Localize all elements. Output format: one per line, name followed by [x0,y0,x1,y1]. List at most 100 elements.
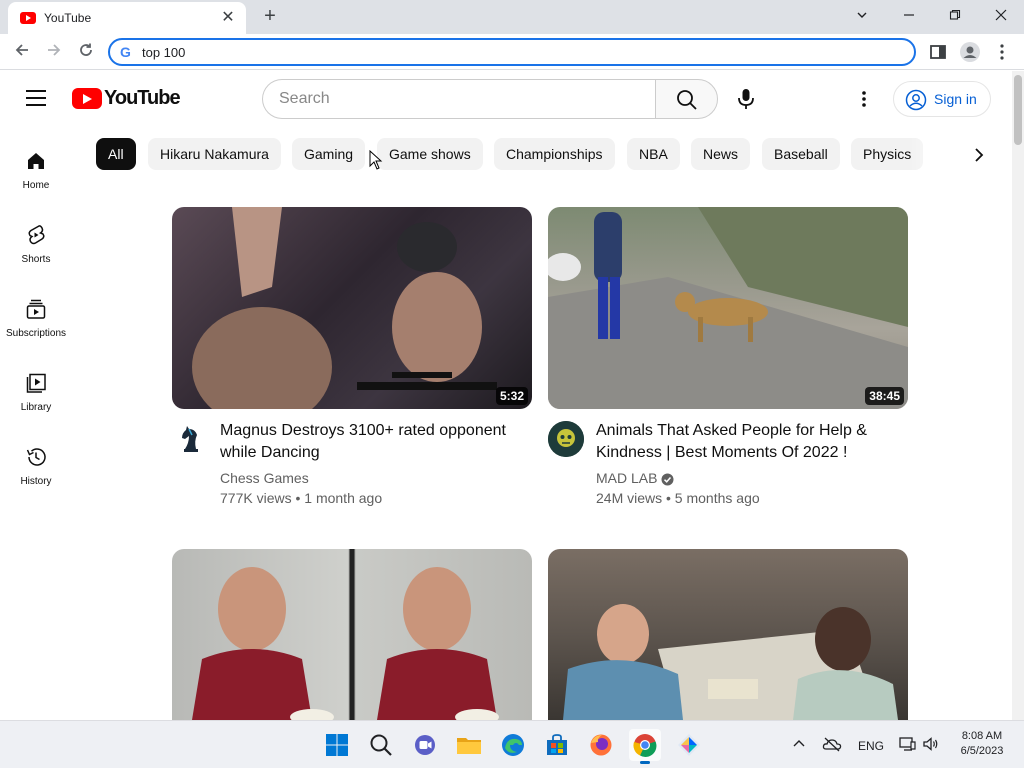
clock-time: 8:08 AM [961,730,1003,742]
video-metadata: 24M views • 5 months ago [596,490,760,506]
minimize-window-button[interactable] [895,4,923,28]
close-window-button[interactable] [987,4,1015,28]
power-automate-icon[interactable] [673,729,705,761]
windows-taskbar: ENG 8:08 AM 6/5/2023 [0,720,1024,768]
network-icon[interactable] [898,735,916,753]
video-title[interactable]: Magnus Destroys 3100+ rated opponent whi… [220,420,530,464]
channel-name[interactable]: Chess Games [220,470,309,486]
library-icon [26,373,46,393]
firefox-icon[interactable] [585,729,617,761]
forward-button[interactable] [42,40,66,64]
thumbnail-image [563,604,898,720]
thumbnail-image [548,207,908,409]
guide-menu-icon[interactable] [26,90,46,106]
video-title-line: Magnus Destroys 3100+ rated opponent [220,422,506,439]
youtube-logo-text: YouTube [104,87,181,109]
edge-browser-icon[interactable] [497,729,529,761]
tab-close-icon[interactable]: ✕ [218,8,238,28]
video-title-line: Kindness | Best Moments Of 2022 ! [596,444,848,461]
search-input[interactable] [262,79,656,119]
user-circle-icon [905,89,927,111]
video-title[interactable]: Animals That Asked People for Help & Kin… [596,420,906,464]
chip-baseball[interactable]: Baseball [762,138,840,170]
sidebar-label-subscriptions: Subscriptions [5,328,67,339]
chip-championships[interactable]: Championships [494,138,615,170]
video-title-line: Animals That Asked People for Help & [596,422,867,439]
video-thumbnail[interactable] [548,549,908,720]
microsoft-store-icon[interactable] [541,729,573,761]
sidebar-item-subscriptions[interactable]: Subscriptions [0,298,72,358]
youtube-favicon-icon [20,12,36,24]
teams-chat-icon[interactable] [409,729,441,761]
video-thumbnail[interactable]: 5:32 [172,207,532,409]
subscriptions-icon [26,299,46,319]
onedrive-offline-icon[interactable] [822,735,842,753]
channel-avatar-chess-knight-icon[interactable] [172,421,208,457]
tab-search-chevron-icon[interactable] [848,4,876,28]
sidebar-item-library[interactable]: Library [0,372,72,432]
sidebar-item-home[interactable]: Home [0,150,72,210]
chip-gaming[interactable]: Gaming [292,138,366,170]
page-scrollbar[interactable] [1012,71,1024,720]
chip-all[interactable]: All [96,138,136,170]
sidebar-label-shorts: Shorts [21,254,51,265]
clock-date: 6/5/2023 [960,745,1004,757]
address-bar-text: top 100 [142,45,186,60]
thumbnail-image [192,207,497,409]
back-button[interactable] [10,40,34,64]
chip-nba[interactable]: NBA [627,138,680,170]
side-panel-icon[interactable] [926,40,950,64]
shorts-icon [28,225,45,245]
chip-game-shows[interactable]: Game shows [377,138,483,170]
sign-in-button[interactable]: Sign in [893,81,991,117]
chrome-browser-icon[interactable] [629,729,661,764]
reload-button[interactable] [74,40,98,64]
browser-tab-youtube[interactable]: YouTube ✕ [8,2,246,34]
filter-chip-bar: All Hikaru Nakamura Gaming Game shows Ch… [96,138,936,170]
mouse-cursor-icon [369,150,383,170]
channel-avatar-icon[interactable] [548,421,584,457]
video-duration: 5:32 [495,387,528,405]
restore-window-button[interactable] [941,4,969,28]
search-box [262,79,718,119]
sidebar-item-shorts[interactable]: Shorts [0,224,72,284]
chevron-right-icon[interactable] [966,142,992,168]
active-app-indicator [640,761,650,764]
video-title-line: while Dancing [220,444,320,461]
thumbnail-image [192,567,499,720]
show-hidden-icons-chevron-icon[interactable] [790,735,808,753]
video-thumbnail[interactable] [172,549,532,720]
profile-avatar-icon[interactable] [958,40,982,64]
scrollbar-thumb[interactable] [1014,75,1022,145]
search-button[interactable] [655,79,718,119]
taskbar-search-icon[interactable] [365,729,397,761]
chip-bar-fade [910,138,960,170]
windows-start-icon[interactable] [321,729,353,761]
channel-name[interactable]: MAD LAB [596,470,657,486]
browser-menu-icon[interactable] [990,40,1014,64]
file-explorer-icon[interactable] [453,729,485,761]
voice-search-button[interactable] [728,79,764,119]
sidebar-label-history: History [20,476,52,487]
google-icon: G [120,44,131,60]
youtube-logo-icon [72,88,102,109]
video-duration: 38:45 [865,387,904,405]
browser-toolbar: G top 100 [0,34,1024,70]
address-bar[interactable]: G top 100 [108,38,916,66]
input-language-indicator[interactable]: ENG [858,739,884,753]
tab-title: YouTube [44,11,92,25]
video-metadata: 777K views • 1 month ago [220,490,383,506]
chip-hikaru-nakamura[interactable]: Hikaru Nakamura [148,138,281,170]
youtube-header: YouTube Sign in [0,71,1012,127]
browser-tabstrip: YouTube ✕ + [0,0,1024,34]
sidebar-item-history[interactable]: History [0,446,72,506]
settings-more-icon[interactable] [852,85,876,113]
chip-news[interactable]: News [691,138,751,170]
history-icon [26,448,46,466]
video-thumbnail[interactable]: 38:45 [548,207,908,409]
system-clock[interactable]: 8:08 AM 6/5/2023 [950,729,1014,759]
new-tab-button[interactable]: + [258,4,282,28]
volume-icon[interactable] [922,735,940,753]
sign-in-label: Sign in [934,91,977,107]
verified-badge-icon [661,473,674,486]
